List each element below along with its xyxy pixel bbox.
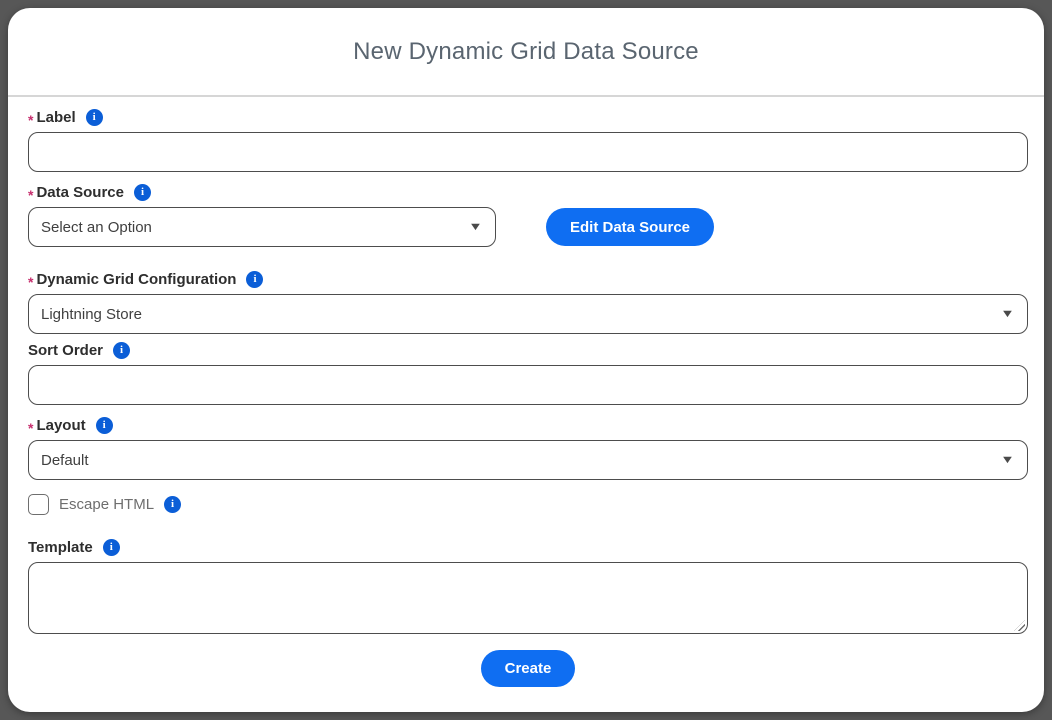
escape-html-checkbox[interactable]	[28, 494, 49, 515]
template-field-group: Template i	[28, 539, 1028, 634]
layout-select[interactable]: Default ▼	[28, 440, 1028, 480]
info-icon[interactable]: i	[164, 496, 181, 513]
data-source-label-row: * Data Source i	[28, 184, 1028, 201]
dynamic-grid-configuration-label: Dynamic Grid Configuration	[36, 271, 236, 288]
data-source-selected-value: Select an Option	[41, 219, 152, 236]
chevron-down-icon: ▼	[1000, 454, 1015, 466]
modal-header: New Dynamic Grid Data Source	[8, 8, 1044, 97]
template-textarea-wrap	[28, 562, 1028, 634]
sort-order-label-row: Sort Order i	[28, 342, 1028, 359]
chevron-down-icon: ▼	[468, 221, 483, 233]
required-asterisk: *	[28, 274, 33, 290]
layout-field-group: * Layout i Default ▼	[28, 417, 1028, 480]
modal-body: * Label i * Data Source i Select an Opti…	[8, 109, 1044, 687]
info-icon[interactable]: i	[96, 417, 113, 434]
new-dynamic-grid-data-source-modal: New Dynamic Grid Data Source * Label i *…	[8, 8, 1044, 712]
info-icon[interactable]: i	[113, 342, 130, 359]
info-icon[interactable]: i	[103, 539, 120, 556]
template-textarea[interactable]	[28, 562, 1028, 634]
data-source-label: Data Source	[36, 184, 124, 201]
required-asterisk: *	[28, 420, 33, 436]
data-source-field-group: * Data Source i Select an Option ▼ Edit …	[28, 184, 1028, 247]
escape-html-label: Escape HTML	[59, 496, 154, 513]
required-asterisk: *	[28, 112, 33, 128]
modal-title: New Dynamic Grid Data Source	[353, 38, 699, 66]
layout-label: Layout	[36, 417, 85, 434]
chevron-down-icon: ▼	[1000, 308, 1015, 320]
label-input[interactable]	[28, 132, 1028, 172]
data-source-controls: Select an Option ▼ Edit Data Source	[28, 207, 1028, 247]
template-label-row: Template i	[28, 539, 1028, 556]
layout-selected-value: Default	[41, 452, 89, 469]
edit-data-source-button[interactable]: Edit Data Source	[546, 208, 714, 246]
label-field-label: Label	[36, 109, 75, 126]
dynamic-grid-configuration-selected-value: Lightning Store	[41, 306, 142, 323]
sort-order-field-group: Sort Order i	[28, 342, 1028, 405]
sort-order-input[interactable]	[28, 365, 1028, 405]
label-field-label-row: * Label i	[28, 109, 1028, 126]
required-asterisk: *	[28, 187, 33, 203]
data-source-select[interactable]: Select an Option ▼	[28, 207, 496, 247]
info-icon[interactable]: i	[86, 109, 103, 126]
label-field-group: * Label i	[28, 109, 1028, 172]
info-icon[interactable]: i	[134, 184, 151, 201]
sort-order-label: Sort Order	[28, 342, 103, 359]
info-icon[interactable]: i	[246, 271, 263, 288]
escape-html-row: Escape HTML i	[28, 494, 1028, 515]
dynamic-grid-configuration-select[interactable]: Lightning Store ▼	[28, 294, 1028, 334]
dynamic-grid-configuration-label-row: * Dynamic Grid Configuration i	[28, 271, 1028, 288]
create-button[interactable]: Create	[481, 650, 576, 687]
modal-footer: Create	[28, 650, 1028, 687]
layout-label-row: * Layout i	[28, 417, 1028, 434]
template-label: Template	[28, 539, 93, 556]
dynamic-grid-configuration-field-group: * Dynamic Grid Configuration i Lightning…	[28, 271, 1028, 334]
